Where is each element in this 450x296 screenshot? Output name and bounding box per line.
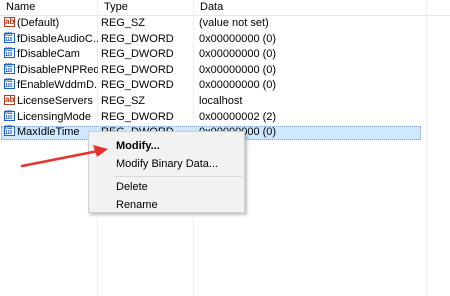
value-name: fEnableWddmD... xyxy=(17,79,98,92)
registry-value-row[interactable]: fDisableAudioC... REG_DWORD 0x00000000 (… xyxy=(0,32,450,48)
value-name-cell: LicenseServers xyxy=(4,94,98,110)
value-name-cell: (Default) xyxy=(4,16,98,32)
value-name: fDisableCam xyxy=(17,48,80,61)
value-type: REG_DWORD xyxy=(101,110,174,123)
value-name-cell: LicensingMode xyxy=(4,110,98,126)
menu-item-rename[interactable]: Rename xyxy=(116,197,158,213)
string-value-icon xyxy=(4,16,15,28)
menu-item-modify[interactable]: Modify... xyxy=(116,138,160,154)
value-name: fDisableAudioC... xyxy=(17,32,98,45)
value-data: (value not set) xyxy=(199,17,269,29)
value-name: MaxIdleTime xyxy=(17,126,80,139)
value-type: REG_SZ xyxy=(101,17,146,29)
registry-value-row[interactable]: LicenseServers REG_SZ localhost xyxy=(0,94,450,110)
value-data: localhost xyxy=(199,94,243,107)
menu-item-modify-binary-data[interactable]: Modify Binary Data... xyxy=(116,156,218,172)
value-data: 0x00000002 (2) xyxy=(199,110,277,123)
value-type: REG_DWORD xyxy=(101,79,174,92)
context-menu: Modify... Modify Binary Data... Delete R… xyxy=(88,131,245,213)
dword-value-icon xyxy=(4,63,15,74)
value-data: 0x00000000 (0) xyxy=(199,32,277,45)
value-data: 0x00000000 (0) xyxy=(199,79,277,92)
registry-values-list: (Default) REG_SZ (value not set) fDisabl… xyxy=(0,16,450,141)
dword-value-icon xyxy=(4,48,15,59)
string-value-icon xyxy=(4,94,15,106)
column-header-type[interactable]: Type xyxy=(98,0,194,15)
value-type: REG_SZ xyxy=(101,94,146,107)
dword-value-icon xyxy=(4,126,15,137)
value-name: (Default) xyxy=(17,17,60,29)
value-name-cell: fEnableWddmD... xyxy=(4,78,98,94)
value-name: LicenseServers xyxy=(17,94,93,107)
registry-value-row[interactable]: fDisablePNPRedir REG_DWORD 0x00000000 (0… xyxy=(0,63,450,79)
value-type: REG_DWORD xyxy=(101,32,174,45)
value-type: REG_DWORD xyxy=(101,63,174,76)
value-name-cell: fDisablePNPRedir xyxy=(4,63,98,79)
menu-separator xyxy=(114,176,242,177)
value-type: REG_DWORD xyxy=(101,48,174,61)
column-header: Name Type Data xyxy=(0,0,450,16)
registry-value-row[interactable]: fDisableCam REG_DWORD 0x00000000 (0) xyxy=(0,47,450,63)
dword-value-icon xyxy=(4,110,15,121)
menu-item-delete[interactable]: Delete xyxy=(116,179,148,195)
value-name-cell: fDisableCam xyxy=(4,47,98,63)
value-name-cell: fDisableAudioC... xyxy=(4,32,98,48)
value-data: 0x00000000 (0) xyxy=(199,63,277,76)
value-name: LicensingMode xyxy=(17,110,91,123)
value-data: 0x00000000 (0) xyxy=(199,48,277,61)
registry-value-row[interactable]: (Default) REG_SZ (value not set) xyxy=(0,16,450,32)
column-header-name[interactable]: Name xyxy=(0,0,98,15)
value-name: fDisablePNPRedir xyxy=(17,63,98,76)
registry-value-row[interactable]: LicensingMode REG_DWORD 0x00000002 (2) xyxy=(0,110,450,126)
dword-value-icon xyxy=(4,32,15,43)
column-header-data[interactable]: Data xyxy=(194,0,450,15)
value-name-cell: MaxIdleTime xyxy=(4,125,98,141)
dword-value-icon xyxy=(4,79,15,90)
registry-value-row[interactable]: fEnableWddmD... REG_DWORD 0x00000000 (0) xyxy=(0,78,450,94)
